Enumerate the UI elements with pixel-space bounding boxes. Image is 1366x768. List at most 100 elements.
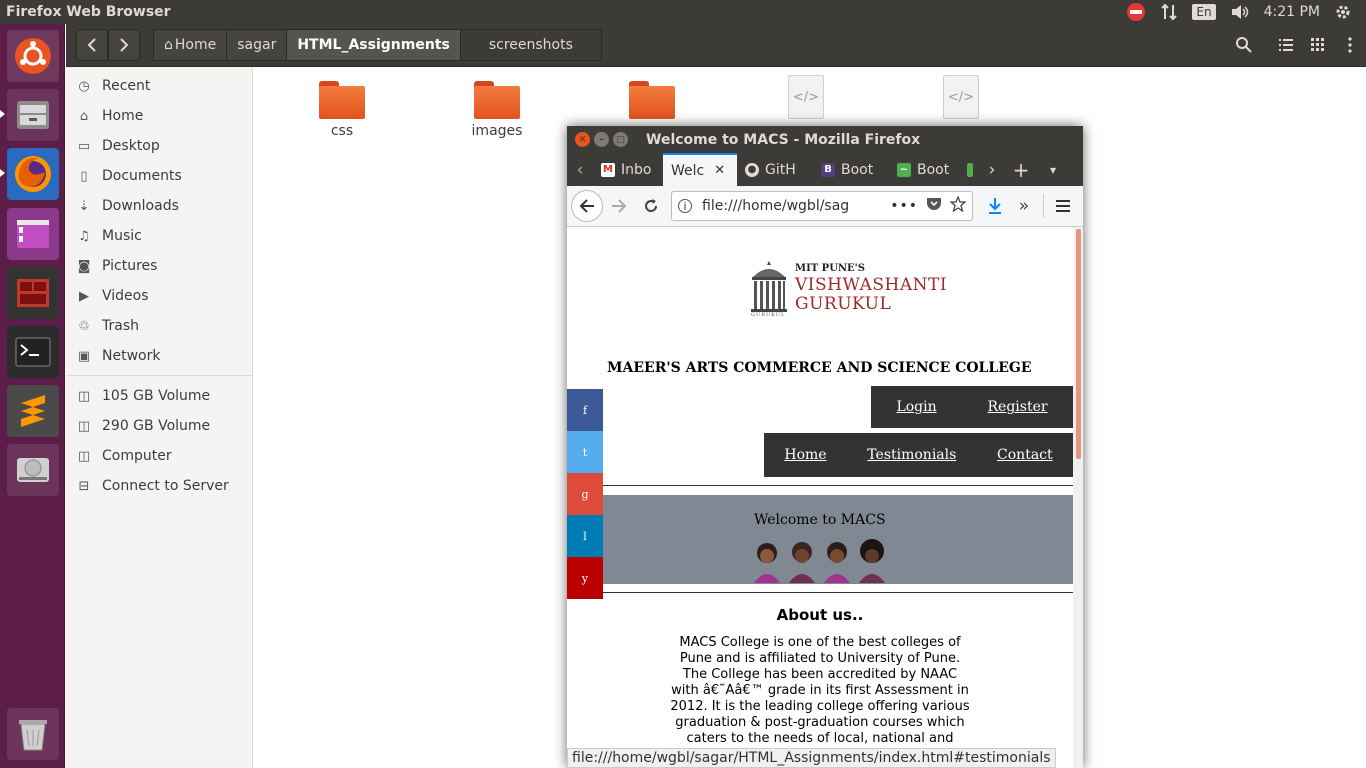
terminal-app-icon[interactable] — [7, 326, 59, 378]
sidebar-item-downloads[interactable]: ⇣ Downloads — [66, 191, 252, 221]
tab-scroll-right-icon[interactable]: › — [979, 156, 1005, 184]
sidebar-item-computer[interactable]: ◫ Computer — [66, 441, 252, 471]
maximize-window-button[interactable]: □ — [613, 132, 628, 147]
sidebar-item-documents[interactable]: ▯ Documents — [66, 161, 252, 191]
minimize-window-button[interactable]: – — [594, 132, 609, 147]
system-monitor-icon[interactable] — [7, 267, 59, 319]
page-scrollbar[interactable] — [1073, 227, 1083, 768]
banner-text: Welcome to MACS — [754, 512, 886, 528]
sidebar-item-videos[interactable]: ▶ Videos — [66, 281, 252, 311]
welcome-banner: Welcome to MACS — [603, 495, 1073, 584]
tab-inbox[interactable]: M Inbo — [593, 153, 663, 186]
disks-icon[interactable] — [7, 444, 59, 496]
nav-testimonials-link[interactable]: Testimonials — [867, 447, 956, 463]
college-logo: GURUKUL MIT PUNE'S VISHWASHANTI GURUKUL — [749, 259, 947, 319]
folder-css[interactable]: css — [287, 81, 397, 139]
sidebar-item-network[interactable]: ▣ Network — [66, 341, 252, 371]
sidebar-item-290gb-volume[interactable]: ◫ 290 GB Volume — [66, 411, 252, 441]
logo-line1: VISHWASHANTI — [795, 275, 948, 295]
youtube-share-button[interactable]: y — [567, 557, 603, 599]
network-disconnected-icon[interactable] — [1126, 2, 1146, 22]
search-icon[interactable] — [1228, 29, 1260, 61]
trash-launcher-icon[interactable] — [7, 708, 59, 760]
clock[interactable]: 4:21 PM — [1264, 4, 1320, 20]
folder-icon — [474, 81, 520, 119]
pocket-icon[interactable] — [926, 197, 942, 215]
clock-icon: ◷ — [78, 78, 90, 94]
back-button[interactable] — [76, 29, 108, 61]
close-tab-icon[interactable]: ✕ — [714, 163, 725, 178]
bookmark-star-icon[interactable] — [949, 195, 967, 216]
launcher — [0, 24, 65, 768]
sidebar-item-home[interactable]: ⌂ Home — [66, 101, 252, 131]
pictures-icon: ◙ — [77, 258, 91, 274]
sidebar-item-pictures[interactable]: ◙ Pictures — [66, 251, 252, 281]
tab-github[interactable]: ● GitH — [737, 153, 813, 186]
back-arrow-icon[interactable] — [571, 190, 603, 222]
sidebar-item-recent[interactable]: ◷ Recent — [66, 71, 252, 101]
google-share-button[interactable]: g — [567, 473, 603, 515]
settings-gear-icon[interactable] — [1334, 3, 1352, 21]
keyboard-layout-indicator[interactable]: En — [1192, 4, 1216, 20]
reload-icon[interactable] — [635, 192, 667, 220]
breadcrumb-sagar[interactable]: sagar — [226, 29, 288, 61]
breadcrumb-html-assignments[interactable]: HTML_Assignments — [286, 29, 461, 61]
menu-icon[interactable] — [1334, 29, 1366, 61]
forward-button[interactable] — [108, 29, 140, 61]
html-file-item[interactable]: </> — [751, 75, 861, 119]
url-text[interactable]: file:///home/wgbl/sag — [702, 198, 882, 214]
info-icon[interactable]: i — [678, 199, 692, 213]
ubuntu-dash-icon[interactable] — [7, 30, 59, 82]
forward-arrow-icon[interactable] — [603, 192, 635, 220]
drive-icon: ◫ — [77, 418, 91, 434]
tab-overflow[interactable] — [967, 153, 979, 186]
running-indicator — [0, 110, 5, 118]
tab-scroll-left-icon[interactable]: ‹ — [567, 156, 593, 184]
register-link[interactable]: Register — [988, 399, 1048, 415]
sidebar-item-connect-to-server[interactable]: ⊟ Connect to Server — [66, 471, 252, 501]
scrollbar-thumb[interactable] — [1076, 229, 1081, 459]
folder-images[interactable]: images — [442, 81, 552, 139]
facebook-share-button[interactable]: f — [567, 389, 603, 431]
new-tab-icon[interactable]: + — [1005, 156, 1037, 184]
html-file-item[interactable]: </> — [906, 75, 1016, 119]
volume-icon[interactable] — [1230, 3, 1250, 21]
breadcrumb-screenshots[interactable]: screenshots — [459, 29, 602, 61]
overflow-chevron-icon[interactable]: » — [1011, 192, 1037, 220]
folder-item[interactable] — [597, 81, 707, 119]
image-viewer-icon[interactable] — [7, 208, 59, 260]
sidebar-item-105gb-volume[interactable]: ◫ 105 GB Volume — [66, 381, 252, 411]
bootstrap-icon: B — [821, 162, 835, 177]
breadcrumb-home[interactable]: ⌂ Home — [153, 29, 228, 61]
folder-icon — [629, 81, 675, 119]
firefox-app-icon[interactable] — [7, 148, 59, 200]
drive-icon: ◫ — [77, 448, 91, 464]
files-app-icon[interactable] — [7, 89, 59, 141]
firefox-window: ✕ – □ Welcome to MACS - Mozilla Firefox … — [567, 126, 1083, 768]
nav-contact-link[interactable]: Contact — [997, 447, 1053, 463]
running-indicator — [0, 169, 5, 177]
close-window-button[interactable]: ✕ — [575, 132, 590, 147]
hamburger-menu-icon[interactable] — [1050, 192, 1076, 220]
logo-line2: GURUKUL — [795, 294, 892, 314]
grid-menu-icon[interactable] — [1302, 29, 1334, 61]
tab-bootstrap[interactable]: B Boot — [813, 153, 889, 186]
home-icon: ⌂ — [164, 37, 173, 53]
downloads-icon[interactable] — [979, 192, 1011, 220]
tab-bootstrap-2[interactable]: ~ Boot — [889, 153, 967, 186]
url-bar[interactable]: i file:///home/wgbl/sag ••• — [671, 191, 973, 221]
page-actions-icon[interactable]: ••• — [890, 198, 918, 214]
sidebar-item-music[interactable]: ♫ Music — [66, 221, 252, 251]
list-view-icon[interactable] — [1270, 29, 1302, 61]
tab-strip: ‹ M Inbo Welc ✕ ● GitH B Boot ~ Boot › + ▾ — [567, 153, 1083, 186]
twitter-share-button[interactable]: t — [567, 431, 603, 473]
tab-welcome[interactable]: Welc ✕ — [663, 153, 737, 186]
network-arrows-icon[interactable] — [1160, 3, 1178, 21]
sidebar-item-trash[interactable]: ♲ Trash — [66, 311, 252, 341]
nav-home-link[interactable]: Home — [784, 447, 826, 463]
sidebar-item-desktop[interactable]: ▭ Desktop — [66, 131, 252, 161]
list-all-tabs-icon[interactable]: ▾ — [1037, 156, 1069, 184]
sublime-text-icon[interactable] — [7, 385, 59, 437]
login-link[interactable]: Login — [896, 399, 936, 415]
linkedin-share-button[interactable]: l — [567, 515, 603, 557]
